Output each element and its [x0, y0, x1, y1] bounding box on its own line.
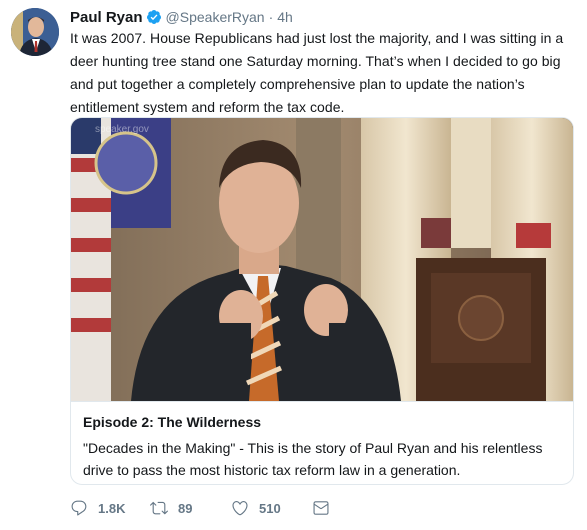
like-count: 510: [259, 500, 281, 516]
card-video-thumbnail[interactable]: speaker.gov: [71, 118, 573, 401]
header-separator: ·: [268, 9, 274, 25]
retweet-icon: [150, 499, 168, 517]
like-button[interactable]: 510: [231, 499, 281, 517]
heart-icon: [231, 499, 249, 517]
card-description: "Decades in the Making" - This is the st…: [83, 440, 543, 478]
retweet-button[interactable]: 89: [150, 499, 192, 517]
card-body[interactable]: Episode 2: The Wilderness "Decades in th…: [71, 401, 573, 484]
tweet[interactable]: Paul Ryan @SpeakerRyan · 4h It was 2007.…: [0, 0, 587, 530]
avatar[interactable]: [11, 8, 59, 56]
tweet-header: Paul Ryan @SpeakerRyan · 4h: [70, 7, 293, 27]
card-title: Episode 2: The Wilderness: [83, 414, 262, 430]
verified-badge-icon: [146, 9, 162, 25]
card-watermark: speaker.gov: [95, 124, 149, 135]
author-name[interactable]: Paul Ryan: [70, 9, 143, 26]
reply-icon: [70, 499, 88, 517]
link-card[interactable]: speaker.gov Episode 2: The Wilderness "D…: [70, 117, 574, 485]
reply-count: 1.8K: [98, 500, 126, 516]
tweet-timestamp[interactable]: 4h: [277, 9, 293, 25]
retweet-count: 89: [178, 500, 193, 516]
envelope-icon: [312, 499, 330, 517]
direct-message-button[interactable]: [312, 499, 330, 517]
reply-button[interactable]: 1.8K: [70, 499, 125, 517]
author-handle[interactable]: @SpeakerRyan: [166, 9, 265, 25]
tweet-text: It was 2007. House Republicans had just …: [70, 30, 564, 115]
